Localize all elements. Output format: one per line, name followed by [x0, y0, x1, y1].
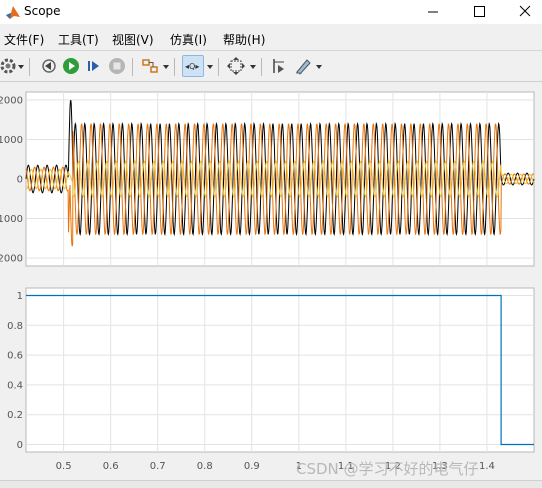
- svg-text:◂Q▸: ◂Q▸: [185, 62, 199, 71]
- step-forward-button[interactable]: [83, 55, 105, 77]
- toolbar: ◂Q▸: [0, 50, 542, 82]
- chevron-down-icon[interactable]: [163, 65, 169, 69]
- menu-tools[interactable]: 工具(T): [58, 31, 99, 48]
- menu-view[interactable]: 视图(V): [112, 31, 154, 48]
- toolbar-separator: [174, 58, 175, 76]
- y-tick-label: 0: [17, 440, 23, 451]
- y-tick-label: 2000: [0, 254, 23, 265]
- cursor-measure-button[interactable]: [268, 55, 290, 77]
- toolbar-separator: [218, 58, 219, 76]
- menu-file[interactable]: 文件(F): [4, 31, 44, 48]
- y-tick-label: 2000: [0, 95, 23, 106]
- fit-axes-icon: [227, 57, 245, 75]
- menu-bar: 文件(F) 工具(T) 视图(V) 仿真(I) 帮助(H): [0, 27, 542, 64]
- run-button[interactable]: [60, 55, 82, 77]
- y-tick-label: 0.2: [7, 410, 23, 421]
- chevron-down-icon[interactable]: [250, 65, 256, 69]
- signal-axes[interactable]: 0.5 0.6 0.7 0.8 0.9 1 1.1 1.2 1.3 1.410.80.60.40.…: [7, 287, 535, 472]
- close-button[interactable]: [502, 0, 542, 24]
- window-title: Scope: [24, 4, 61, 18]
- toolbar-separator: [261, 58, 262, 76]
- stop-button[interactable]: [106, 55, 128, 77]
- style-button[interactable]: [292, 55, 314, 77]
- step-forward-icon: [88, 61, 99, 71]
- cursor-measure-icon: [273, 59, 284, 73]
- y-tick-label: 0.8: [7, 321, 23, 332]
- plot-background: [25, 287, 535, 453]
- highlight-block-icon: [142, 59, 158, 73]
- zoom-mode-button[interactable]: ◂Q▸: [182, 55, 204, 77]
- title-bar: Scope: [0, 0, 542, 24]
- watermark-text: CSDN @学习不好的电气仔: [296, 460, 479, 478]
- y-tick-label: 1000: [0, 214, 23, 225]
- voltage-axes[interactable]: 2000 1000 0 1000 2000: [0, 91, 535, 267]
- run-icon: [63, 58, 79, 74]
- x-tick-label: 0.7: [150, 461, 166, 472]
- chevron-down-icon[interactable]: [316, 65, 322, 69]
- toolbar-separator: [132, 58, 133, 76]
- y-tick-label: 1: [17, 291, 23, 302]
- x-tick-label: 0.8: [197, 461, 213, 472]
- maximize-button[interactable]: [456, 0, 502, 24]
- highlight-block-button[interactable]: [139, 55, 161, 77]
- step-back-button[interactable]: [38, 55, 60, 77]
- y-tick-label: 1000: [0, 135, 23, 146]
- x-tick-label: 0.9: [244, 461, 260, 472]
- y-tick-label: 0: [17, 175, 23, 186]
- matlab-app-icon: [6, 6, 20, 19]
- step-back-icon: [42, 59, 56, 73]
- close-icon: [519, 5, 531, 17]
- settings-button[interactable]: [0, 55, 19, 77]
- y-tick-label: 0.6: [7, 351, 23, 362]
- maximize-icon: [474, 6, 485, 17]
- menu-help[interactable]: 帮助(H): [223, 31, 265, 48]
- zoom-mode-icon: ◂Q▸: [185, 62, 199, 71]
- x-tick-label: 0.6: [103, 461, 119, 472]
- style-icon: [296, 59, 311, 75]
- toolbar-separator: [29, 58, 30, 76]
- stop-icon: [109, 58, 125, 74]
- x-tick-label: 0.5: [56, 461, 72, 472]
- scope-plots: 20001000010002000 0.5 0.6 0.7 0.8 0.9 1 1.1 1.2…: [0, 91, 535, 472]
- x-tick-label: 1.4: [479, 461, 495, 472]
- minimize-icon: [428, 11, 438, 13]
- y-tick-label: 0.4: [7, 380, 23, 391]
- fit-axes-button[interactable]: [225, 55, 247, 77]
- chevron-down-icon[interactable]: [18, 65, 24, 69]
- chevron-down-icon[interactable]: [207, 65, 213, 69]
- menu-simulation[interactable]: 仿真(I): [170, 31, 207, 48]
- minimize-button[interactable]: [410, 0, 456, 24]
- gear-icon: [0, 58, 16, 74]
